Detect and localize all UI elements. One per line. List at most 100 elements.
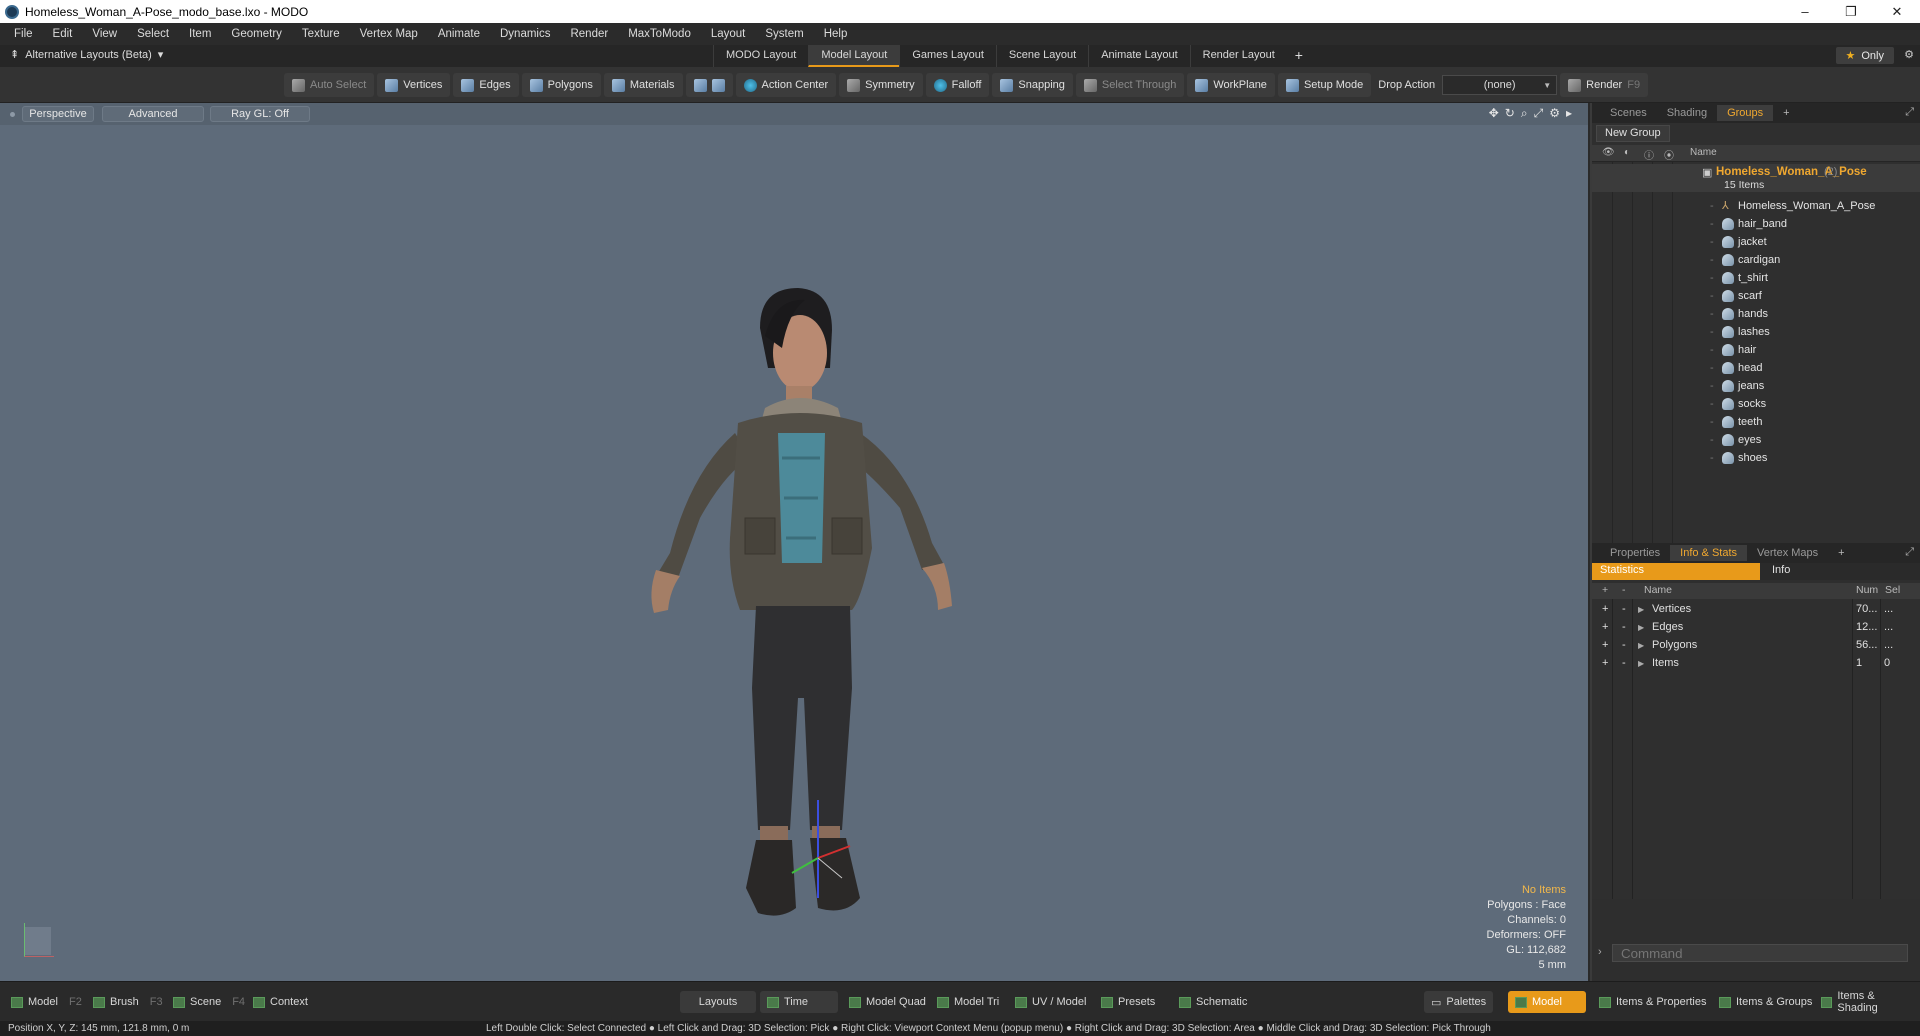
menu-texture[interactable]: Texture — [292, 28, 350, 40]
maximize-viewport-icon[interactable]: ⤢ — [1534, 106, 1544, 121]
minimize-button[interactable]: – — [1782, 4, 1828, 19]
menu-view[interactable]: View — [82, 28, 127, 40]
expand-panel-icon[interactable]: ⤢ — [1905, 106, 1914, 119]
subtract-icon[interactable]: - — [1622, 639, 1626, 651]
menu-vertex-map[interactable]: Vertex Map — [350, 28, 428, 40]
model-mode-button[interactable]: Model F2 — [4, 991, 89, 1013]
menu-render[interactable]: Render — [560, 28, 618, 40]
subtract-icon[interactable]: - — [1622, 603, 1626, 615]
table-row[interactable]: + - ▶ Items 1 0 — [1592, 655, 1920, 673]
context-mode-button[interactable]: Context — [246, 991, 315, 1013]
tab-info-stats[interactable]: Info & Stats — [1670, 545, 1748, 561]
brush-mode-button[interactable]: Brush F3 — [86, 991, 170, 1013]
add-tab-button[interactable]: + — [1773, 105, 1799, 121]
chevron-right-icon[interactable]: ▸ — [1566, 106, 1572, 121]
expand-panel-icon[interactable]: ⤢ — [1905, 546, 1914, 559]
pan-icon[interactable]: ✥ — [1489, 106, 1499, 121]
menu-dynamics[interactable]: Dynamics — [490, 28, 560, 40]
menu-maxtomodo[interactable]: MaxToModo — [618, 28, 701, 40]
tree-item[interactable]: - jeans — [1710, 377, 1764, 395]
tree-item[interactable]: - cardigan — [1710, 251, 1780, 269]
render-button[interactable]: Render F9 — [1560, 73, 1649, 97]
expand-arrow-icon[interactable]: ▶ — [1638, 623, 1644, 632]
collapse-all-icon[interactable]: - — [1622, 584, 1626, 596]
model-quad-button[interactable]: Model Quad — [842, 991, 933, 1013]
items-properties-button[interactable]: Items & Properties — [1592, 991, 1713, 1013]
tree-item[interactable]: - scarf — [1710, 287, 1762, 305]
expand-arrow-icon[interactable]: ▶ — [1638, 641, 1644, 650]
selection-mode-buttons[interactable] — [685, 73, 733, 97]
command-input[interactable] — [1612, 944, 1908, 962]
symmetry-button[interactable]: Symmetry — [839, 73, 923, 97]
edges-button[interactable]: Edges — [453, 73, 519, 97]
tree-item[interactable]: - hair_band — [1710, 215, 1787, 233]
render-column-icon[interactable]: ◐ — [1624, 147, 1630, 158]
schematic-button[interactable]: Schematic — [1172, 991, 1254, 1013]
character-model[interactable] — [560, 218, 1040, 978]
only-button[interactable]: ★ Only — [1835, 47, 1894, 64]
drop-action-select[interactable]: (none) ▼ — [1442, 75, 1558, 95]
menu-select[interactable]: Select — [127, 28, 179, 40]
table-row[interactable]: + - ▶ Edges 12... ... — [1592, 619, 1920, 637]
items-groups-button[interactable]: Items & Groups — [1712, 991, 1819, 1013]
tab-scene-layout[interactable]: Scene Layout — [995, 45, 1088, 67]
add-tab-button[interactable]: + — [1828, 545, 1854, 561]
tab-groups[interactable]: Groups — [1717, 105, 1774, 121]
tree-item[interactable]: - ⅄ Homeless_Woman_A_Pose — [1710, 197, 1875, 215]
items-shading-button[interactable]: Items & Shading — [1814, 990, 1920, 1014]
menu-geometry[interactable]: Geometry — [221, 28, 292, 40]
materials-button[interactable]: Materials — [603, 73, 683, 97]
falloff-button[interactable]: Falloff — [925, 73, 990, 97]
table-row[interactable]: + - ▶ Vertices 70... ... — [1592, 601, 1920, 619]
scene-mode-button[interactable]: Scene F4 — [166, 991, 252, 1013]
subtract-icon[interactable]: - — [1622, 621, 1626, 633]
add-layout-button[interactable]: + — [1287, 45, 1311, 67]
tree-item[interactable]: - socks — [1710, 395, 1766, 413]
maximize-button[interactable]: ❐ — [1828, 4, 1874, 20]
tree-item[interactable]: - shoes — [1710, 449, 1767, 467]
tab-render-layout[interactable]: Render Layout — [1189, 45, 1287, 67]
expand-arrow-icon[interactable]: ▶ — [1638, 605, 1644, 614]
tab-model-layout[interactable]: Model Layout — [808, 45, 900, 67]
tree-item[interactable]: - jacket — [1710, 233, 1767, 251]
tree-item[interactable]: - eyes — [1710, 431, 1761, 449]
auto-select-button[interactable]: Auto Select — [284, 73, 375, 97]
vertices-button[interactable]: Vertices — [377, 73, 451, 97]
add-icon[interactable]: + — [1602, 621, 1608, 633]
close-button[interactable]: ✕ — [1874, 4, 1920, 20]
zoom-icon[interactable]: ⌕ — [1521, 106, 1528, 121]
add-icon[interactable]: + — [1602, 639, 1608, 651]
palettes-button[interactable]: ▭ Palettes — [1424, 991, 1494, 1013]
model-layout-button[interactable]: Model — [1508, 991, 1586, 1013]
visibility-column-icon[interactable]: 👁 — [1602, 147, 1615, 158]
tree-item[interactable]: - hands — [1710, 305, 1768, 323]
menu-system[interactable]: System — [755, 28, 813, 40]
tree-item[interactable]: - t_shirt — [1710, 269, 1768, 287]
select-through-button[interactable]: Select Through — [1075, 73, 1185, 97]
layouts-button[interactable]: Layouts — [680, 991, 756, 1013]
group-row[interactable]: ▣ Homeless_Woman_A_Pose (2) 15 Items — [1592, 164, 1920, 192]
select-column-icon[interactable]: ⦿ — [1664, 147, 1674, 162]
tree-item[interactable]: - lashes — [1710, 323, 1770, 341]
menu-help[interactable]: Help — [814, 28, 858, 40]
menu-edit[interactable]: Edit — [43, 28, 83, 40]
tab-shading[interactable]: Shading — [1657, 105, 1717, 121]
viewport-menu-dot[interactable] — [10, 112, 15, 117]
tab-info[interactable]: Info — [1764, 563, 1798, 580]
tab-statistics[interactable]: Statistics — [1592, 563, 1760, 580]
viewport-settings-icon[interactable]: ⚙ — [1549, 106, 1560, 121]
gear-icon[interactable]: ⚙ — [1904, 48, 1914, 61]
menu-layout[interactable]: Layout — [701, 28, 756, 40]
add-icon[interactable]: + — [1602, 657, 1608, 669]
menu-item[interactable]: Item — [179, 28, 221, 40]
table-row[interactable]: + - ▶ Polygons 56... ... — [1592, 637, 1920, 655]
tab-modo-layout[interactable]: MODO Layout — [713, 45, 808, 67]
presets-button[interactable]: Presets — [1094, 991, 1162, 1013]
new-group-button[interactable]: New Group — [1596, 125, 1670, 142]
advanced-button[interactable]: Advanced — [102, 106, 204, 122]
alternative-layouts-dropdown[interactable]: ⇞ Alternative Layouts (Beta) ▾ — [10, 48, 163, 62]
snapping-button[interactable]: Snapping — [992, 73, 1073, 97]
rotate-icon[interactable]: ↻ — [1505, 106, 1515, 121]
tree-item[interactable]: - head — [1710, 359, 1762, 377]
lock-column-icon[interactable]: ⓘ — [1644, 147, 1654, 162]
